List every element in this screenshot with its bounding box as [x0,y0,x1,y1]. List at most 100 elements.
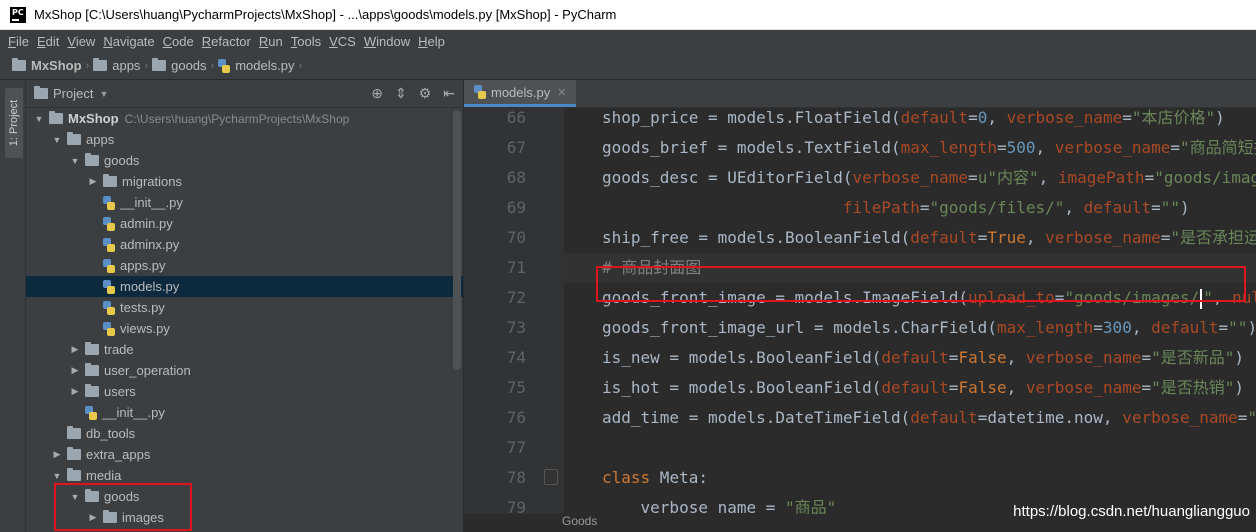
line-number: 74 [506,348,526,367]
python-file-icon [218,58,231,73]
menu-navigate[interactable]: Navigate [99,34,158,49]
chevron-right-icon[interactable]: ▶ [86,512,100,523]
code-line[interactable]: ship_free = models.BooleanField(default=… [602,223,1256,253]
hide-icon[interactable]: ⇤ [443,85,455,102]
chevron-right-icon[interactable]: ▶ [86,176,100,187]
code-area[interactable]: shop_price = models.FloatField(default=0… [564,108,1256,522]
code-line[interactable]: goods_desc = UEditorField(verbose_name=u… [602,163,1256,193]
tree-item-label: MxShop [68,111,119,126]
line-gutter: 66 67 68 69 70 71 72 73 74 75 76 77 78 79 [464,108,564,522]
tree-item[interactable]: ▶ users [26,381,463,402]
menu-window[interactable]: Window [360,34,414,49]
chevron-down-icon[interactable]: ▼ [50,135,64,145]
breadcrumb-item-apps[interactable]: apps [93,58,140,73]
tree-item-label: images [122,510,164,525]
tree-item-label: __init__.py [102,405,165,420]
line-number: 75 [506,378,526,397]
tree-item[interactable]: ▶ trade [26,339,463,360]
chevron-right-icon[interactable]: ▶ [68,344,82,355]
chevron-down-icon[interactable]: ▼ [68,156,82,166]
tree-item[interactable]: admin.py [26,213,463,234]
tree-item-label: admin.py [120,216,173,231]
code-line[interactable]: add_time = models.DateTimeField(default=… [602,403,1256,433]
gear-icon[interactable]: ⚙ [419,85,432,102]
tree-item[interactable]: ▼ MxShop C:\Users\huang\PycharmProjects\Mx… [26,108,463,129]
tree-item-label: trade [104,342,134,357]
code-line[interactable]: is_hot = models.BooleanField(default=Fal… [602,373,1244,403]
chevron-down-icon[interactable]: ▼ [68,492,82,502]
tree-item-label: __init__.py [120,195,183,210]
project-view-selector[interactable]: Project [53,86,93,101]
tree-item[interactable]: models.py [26,276,463,297]
chevron-right-icon[interactable]: ▶ [50,449,64,460]
collapse-all-icon[interactable]: ⇕ [395,85,407,102]
line-number: 69 [506,198,526,217]
code-line[interactable]: goods_front_image = models.ImageField(up… [602,283,1256,313]
tree-item[interactable]: db_tools [26,423,463,444]
tree-item[interactable]: ▼ media [26,465,463,486]
tree-item[interactable]: ▼ goods [26,486,463,507]
fold-marker-icon[interactable] [544,469,558,485]
tree-item[interactable]: ▶ extra_apps [26,444,463,465]
tree-item[interactable]: ▼ apps [26,129,463,150]
code-line[interactable]: goods_front_image_url = models.CharField… [602,313,1256,343]
tree-scrollbar[interactable] [453,110,461,370]
menu-tools[interactable]: Tools [287,34,325,49]
code-line[interactable]: # 商品封面图 [564,253,1256,283]
tree-item[interactable]: __init__.py [26,402,463,423]
project-tree: ▼ MxShop C:\Users\huang\PycharmProjects\Mx… [26,108,463,528]
code-line[interactable]: shop_price = models.FloatField(default=0… [602,108,1225,133]
code-line[interactable]: class Meta: [602,463,708,493]
breadcrumb-item-models-py[interactable]: models.py [218,58,294,73]
chevron-right-icon[interactable]: ▶ [68,365,82,376]
tree-item[interactable]: ▶ migrations [26,171,463,192]
menu-bar: File Edit View Navigate Code Refactor Run Tools… [0,30,1256,52]
title-bar: PC MxShop [C:\Users\huang\PycharmProject… [0,0,1256,30]
chevron-down-icon[interactable]: ▼ [99,89,108,99]
editor-tabs: models.py ✕ [464,80,1256,108]
tree-item-label: users [104,384,136,399]
tree-item[interactable]: views.py [26,318,463,339]
folder-icon [67,132,81,145]
code-line[interactable]: goods_brief = models.TextField(max_lengt… [602,133,1256,163]
python-file-icon [103,216,115,231]
python-file-icon [103,237,115,252]
tree-item[interactable]: adminx.py [26,234,463,255]
line-number: 71 [506,258,526,277]
breadcrumb-item-goods[interactable]: goods [152,58,207,73]
tree-item[interactable]: tests.py [26,297,463,318]
close-icon[interactable]: ✕ [557,86,566,99]
breadcrumb-item-mxshop[interactable]: MxShop [12,58,82,73]
tree-item-label: user_operation [104,363,191,378]
folder-icon [85,489,99,502]
tree-item-label: views.py [120,321,170,336]
tree-item-label: goods [104,153,140,168]
menu-help[interactable]: Help [414,34,449,49]
chevron-down-icon[interactable]: ▼ [50,471,64,481]
menu-code[interactable]: Code [159,34,198,49]
folder-icon [103,510,117,523]
tree-item[interactable]: __init__.py [26,192,463,213]
menu-view[interactable]: View [63,34,99,49]
folder-icon [85,363,99,376]
python-file-icon [103,195,115,210]
chevron-right-icon: › [144,59,149,72]
menu-file[interactable]: File [4,34,33,49]
code-line[interactable]: is_new = models.BooleanField(default=Fal… [602,343,1244,373]
locate-icon[interactable]: ⊕ [371,85,383,102]
line-number: 76 [506,408,526,427]
project-icon [34,86,48,99]
chevron-down-icon[interactable]: ▼ [32,114,46,124]
chevron-right-icon[interactable]: ▶ [68,386,82,397]
tree-item[interactable]: apps.py [26,255,463,276]
project-tool-window-button[interactable]: 1: Project [5,88,23,158]
menu-run[interactable]: Run [255,34,287,49]
menu-refactor[interactable]: Refactor [198,34,255,49]
tree-item[interactable]: ▶ user_operation [26,360,463,381]
tree-item[interactable]: ▼ goods [26,150,463,171]
code-line[interactable]: filePath="goods/files/", default="") [602,193,1190,223]
menu-edit[interactable]: Edit [33,34,63,49]
menu-vcs[interactable]: VCS [325,34,360,49]
chevron-right-icon: › [298,59,303,72]
tree-item[interactable]: ▶ images [26,507,463,528]
